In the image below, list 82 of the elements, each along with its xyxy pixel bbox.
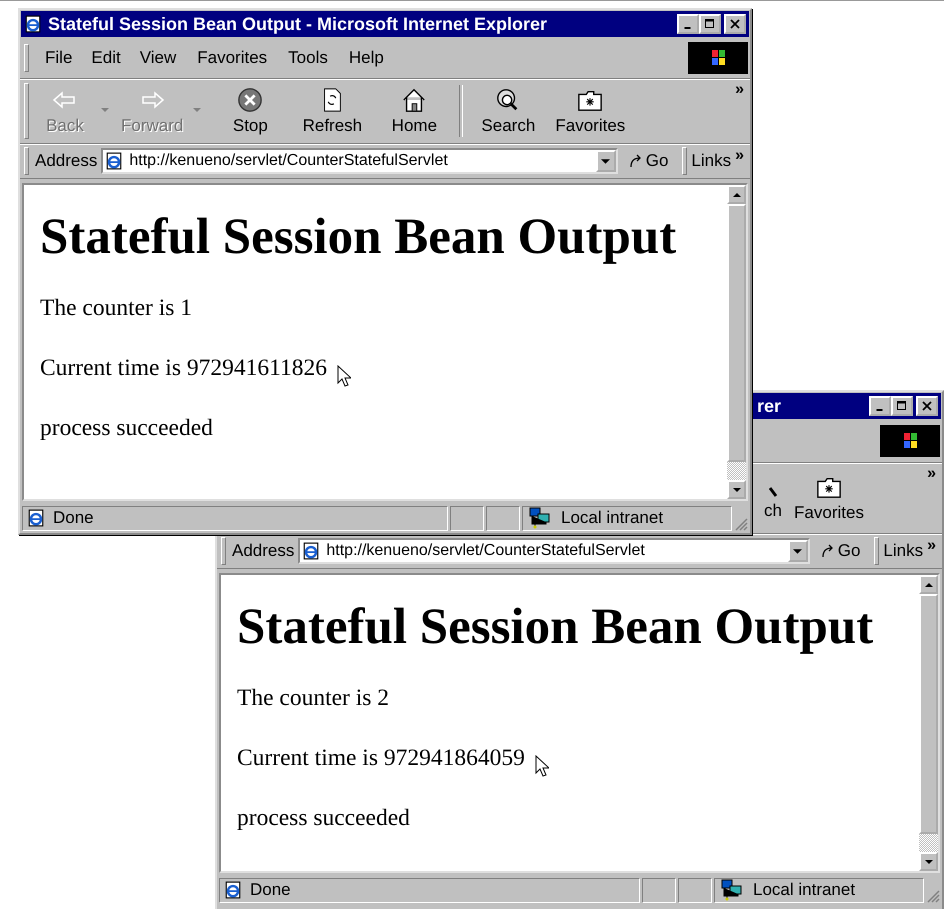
menu-item[interactable]: File [35, 48, 82, 68]
close-icon [922, 401, 932, 411]
close-button[interactable] [916, 396, 938, 416]
scrollbar-track[interactable] [727, 462, 746, 480]
page-text: The counter is 1 [40, 295, 192, 322]
menu-item[interactable]: Edit [81, 48, 130, 68]
page-text: process succeeded [237, 805, 410, 832]
go-button[interactable]: Go [810, 541, 870, 561]
address-field[interactable]: http://kenueno/servlet/CounterStatefulServlet [298, 538, 810, 564]
windows-logo-icon [688, 42, 748, 74]
page-text: Current time is 972941864059 [237, 745, 525, 772]
status-text: Done [250, 880, 291, 900]
toolbar-button[interactable]: Home [373, 82, 456, 140]
page-heading: Stateful Session Bean Output [40, 209, 678, 266]
window-title: Stateful Session Bean Output - Microsoft Internet Explorer [48, 14, 548, 34]
more-chevron[interactable]: » [735, 147, 744, 165]
page-text: Current time is 972941611826 [40, 355, 327, 382]
scrollbar[interactable] [919, 575, 938, 871]
down-arrow-icon [732, 488, 740, 492]
page-text: process succeeded [40, 415, 213, 442]
scrollbar-track[interactable] [919, 834, 938, 852]
toolbar-button[interactable]: Stop [209, 82, 292, 140]
ie-logo-icon [24, 15, 42, 33]
maximize-icon [897, 401, 907, 411]
menu-item[interactable]: Favorites [185, 48, 276, 68]
minimize-button[interactable] [869, 396, 891, 416]
maximize-button[interactable] [699, 14, 721, 34]
toolbar-button[interactable]: Favorites [549, 82, 632, 140]
resize-grip-icon[interactable] [926, 889, 940, 903]
close-button[interactable] [724, 14, 746, 34]
dropdown-caret-icon [793, 548, 802, 554]
more-chevron[interactable]: » [735, 81, 744, 99]
status-panel [486, 506, 520, 530]
scrollbar[interactable] [727, 185, 746, 499]
down-arrow-icon [924, 860, 932, 864]
close-icon [730, 19, 740, 29]
page-text: The counter is 2 [237, 685, 390, 712]
menu-item[interactable]: Tools [276, 48, 337, 68]
window-title: rer [757, 396, 782, 416]
toolbar-button[interactable]: Favorites [788, 469, 870, 527]
up-arrow-icon [732, 192, 740, 196]
zone-text: Local intranet [753, 880, 856, 900]
address-field[interactable]: http://kenueno/servlet/CounterStatefulServlet [101, 148, 618, 174]
page-heading: Stateful Session Bean Output [237, 599, 874, 656]
address-label: Address [232, 541, 294, 561]
resize-grip-icon[interactable] [734, 517, 748, 531]
magnifier-handle-icon [769, 487, 778, 498]
minimize-button[interactable] [677, 14, 699, 34]
status-panel [678, 878, 712, 902]
toolbar-button[interactable]: Search [467, 82, 550, 140]
toolbar-button[interactable]: ch [764, 469, 788, 527]
go-button[interactable]: Go [618, 151, 678, 171]
arrow-cursor-icon [336, 365, 351, 388]
ie-page-icon [302, 542, 320, 560]
status-text: Done [53, 508, 94, 528]
up-arrow-icon [924, 582, 932, 586]
ie-page-icon [224, 881, 242, 899]
menu-item[interactable]: View [130, 48, 186, 68]
ie-page-icon [105, 152, 124, 170]
ie-page-icon [27, 509, 45, 527]
status-panel [642, 878, 676, 902]
minimize-icon [684, 26, 690, 28]
address-label: Address [35, 151, 98, 171]
more-chevron[interactable]: » [927, 537, 936, 555]
toolbar-button[interactable]: Refresh [291, 82, 374, 140]
minimize-icon [876, 408, 882, 410]
status-panel [450, 506, 484, 530]
dropdown-caret-icon [193, 108, 202, 112]
scrollbar-thumb[interactable] [919, 594, 938, 834]
menu-item[interactable]: Help [336, 48, 393, 68]
links-button[interactable]: Links [883, 541, 924, 561]
zone-text: Local intranet [561, 508, 664, 528]
more-chevron[interactable]: » [927, 465, 936, 483]
maximize-icon [705, 19, 715, 29]
arrow-cursor-icon [534, 755, 549, 778]
maximize-button[interactable] [891, 396, 913, 416]
dropdown-caret-icon [101, 108, 109, 112]
dropdown-caret-icon [601, 158, 610, 164]
windows-logo-icon [880, 425, 940, 457]
links-button[interactable]: Links [691, 151, 732, 171]
stop-icon [236, 86, 264, 112]
scrollbar-thumb[interactable] [727, 204, 746, 462]
